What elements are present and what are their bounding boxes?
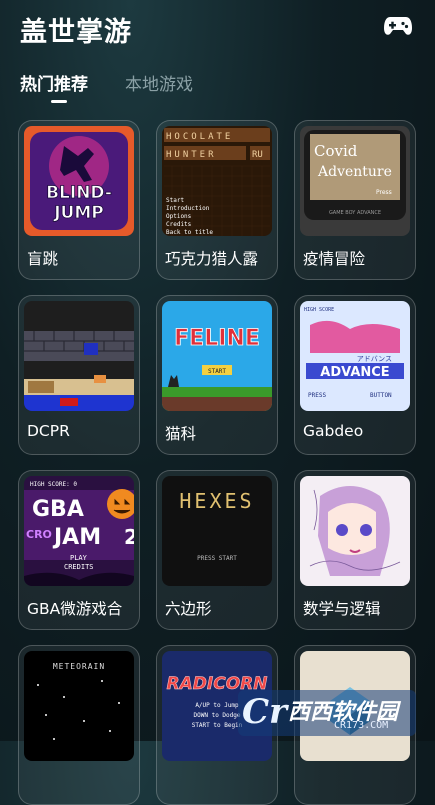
thumb-title: FELINE <box>174 326 260 351</box>
thumb-console-label: GAME BOY ADVANCE <box>329 210 381 216</box>
game-card-math-logic[interactable]: 数学与逻辑 <box>294 470 416 630</box>
thumb-menu-intro: Introduction <box>166 205 210 212</box>
game-thumbnail: METEORAIN <box>24 651 134 761</box>
game-title: 猫科 <box>165 425 197 443</box>
thumb-help-dodge: DOWN to Dodge <box>194 712 241 719</box>
game-thumbnail <box>24 301 134 411</box>
game-card-meteorain[interactable]: METEORAIN <box>18 645 140 805</box>
thumb-title-number: 2 <box>124 525 134 549</box>
thumb-press-start: PRESS START <box>197 555 237 562</box>
watermark-logo: Cr <box>242 692 287 732</box>
thumb-title-line1: BLIND- <box>46 183 112 203</box>
game-thumbnail: HOCOLATE HUNTER RU Start Introduction Op… <box>162 126 272 236</box>
game-title: Gabdeo <box>303 422 364 440</box>
thumb-help-start: START to Begin <box>192 722 243 729</box>
game-title: 巧克力猎人露 <box>165 250 259 268</box>
game-title: 数学与逻辑 <box>303 600 381 618</box>
thumb-title-line2: HUNTER <box>166 150 217 160</box>
game-title: GBA微游戏合 <box>27 600 123 618</box>
thumb-start: START <box>208 368 226 375</box>
thumb-advance: ADVANCE <box>320 365 389 380</box>
thumb-menu-credits: Credits <box>166 221 192 228</box>
tab-local-games[interactable]: 本地游戏 <box>125 70 193 95</box>
site-watermark: Cr 西西软件园 CR173.COM <box>238 690 416 736</box>
thumb-play: PLAY <box>70 554 88 562</box>
game-card-hexes[interactable]: HEXES PRESS START 六边形 <box>156 470 278 630</box>
game-title: 六边形 <box>165 600 212 618</box>
thumb-title-cro: CRO <box>26 528 52 541</box>
game-title: 盲跳 <box>27 250 59 268</box>
thumb-high-score: HIGH SCORE <box>304 307 334 313</box>
thumb-title-gba: GBA <box>32 497 84 522</box>
tab-hot-recommend[interactable]: 热门推荐 <box>20 70 88 95</box>
game-card-feline[interactable]: FELINE START 猫科 <box>156 295 278 455</box>
thumb-menu-options: Options <box>166 213 192 220</box>
game-title: DCPR <box>27 422 70 440</box>
thumb-menu-back: Back to title <box>166 229 213 236</box>
game-thumbnail: HIGH SCORE アドバンス ADVANCE PRESS BUTTON <box>300 301 410 411</box>
gamepad-icon[interactable] <box>383 14 413 38</box>
thumb-title-line3: RU <box>252 150 263 160</box>
thumb-press: PRESS <box>308 392 326 399</box>
game-card-blind-jump[interactable]: BLIND- JUMP 盲跳 <box>18 120 140 280</box>
game-thumbnail <box>300 476 410 586</box>
thumb-title-jam: JAM <box>52 525 101 550</box>
thumb-press: Press <box>376 189 392 196</box>
thumb-credits: CREDITS <box>64 563 94 571</box>
game-title: 疫情冒险 <box>303 250 366 268</box>
thumb-menu-start: Start <box>166 197 184 204</box>
watermark-url: CR173.COM <box>334 720 389 731</box>
game-card-dcpr[interactable]: DCPR <box>18 295 140 455</box>
thumb-subtitle-jp: アドバンス <box>357 355 392 363</box>
game-thumbnail: Covid Adventure Press GAME BOY ADVANCE <box>300 126 410 236</box>
app-title: 盖世掌游 <box>20 17 132 48</box>
thumb-title: METEORAIN <box>53 662 105 671</box>
game-card-gabdeo[interactable]: HIGH SCORE アドバンス ADVANCE PRESS BUTTON Ga… <box>294 295 416 455</box>
game-card-covid-adventure[interactable]: Covid Adventure Press GAME BOY ADVANCE 疫… <box>294 120 416 280</box>
thumb-title-line1: HOCOLATE <box>166 132 233 142</box>
game-thumbnail: HEXES PRESS START <box>162 476 272 586</box>
thumb-title-line1: Covid <box>314 142 358 160</box>
thumb-button: BUTTON <box>370 392 392 399</box>
game-thumbnail: FELINE START <box>162 301 272 411</box>
game-card-chocolate-hunter[interactable]: HOCOLATE HUNTER RU Start Introduction Op… <box>156 120 278 280</box>
thumb-title-line2: Adventure <box>317 164 392 180</box>
thumb-title-line2: JUMP <box>53 203 104 223</box>
game-thumbnail: HIGH SCORE: 0 GBA CRO JAM 2 PLAY CREDITS <box>24 476 134 586</box>
thumb-title: HEXES <box>179 489 254 513</box>
app-header: 盖世掌游 <box>20 8 415 48</box>
thumb-high-score: HIGH SCORE: 0 <box>30 481 77 488</box>
thumb-help-jump: A/UP to Jump <box>195 702 239 709</box>
game-card-gba-microjam[interactable]: HIGH SCORE: 0 GBA CRO JAM 2 PLAY CREDITS… <box>18 470 140 630</box>
game-thumbnail: BLIND- JUMP <box>24 126 134 236</box>
active-tab-indicator <box>51 100 67 103</box>
